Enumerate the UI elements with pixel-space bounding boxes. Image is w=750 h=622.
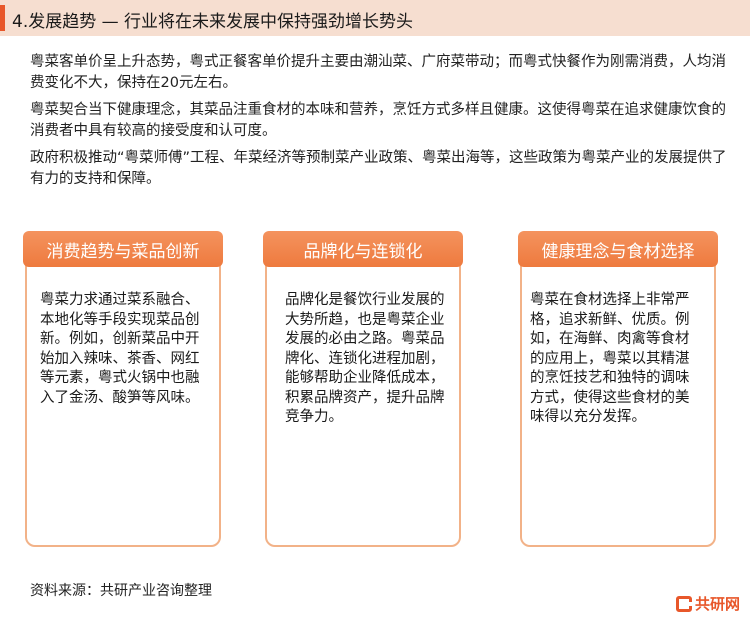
title-bar: 4.发展趋势 — 行业将在未来发展中保持强劲增长势头 [0, 0, 750, 36]
card-heading-branding-chain: 品牌化与连锁化 [263, 231, 463, 267]
title-accent-bar [0, 5, 5, 31]
source-note: 资料来源：共研产业咨询整理 [30, 583, 212, 599]
card-body-branding-chain: 品牌化是餐饮行业发展的大势所趋，也是粤菜企业发展的必由之路。粤菜品牌化、连锁化进… [285, 292, 445, 425]
brand-logo: 共研网 [675, 593, 740, 614]
paragraph-policy: 政府积极推动“粤菜师傅”工程、年菜经济等预制菜产业政策、粤菜出海等，这些政策为粤… [30, 150, 727, 187]
paragraph-price: 粤菜客单价呈上升态势，粤式正餐客单价提升主要由潮汕菜、广府菜带动；而粤式快餐作为… [30, 54, 726, 91]
card-heading-consumption-innovation: 消费趋势与菜品创新 [23, 231, 223, 267]
card-heading-health-ingredients: 健康理念与食材选择 [518, 231, 718, 267]
card-body-health-ingredients: 粤菜在食材选择上非常严格，追求新鲜、优质。例如，在海鲜、肉禽等食材的应用上，粤菜… [530, 292, 690, 425]
page-title: 4.发展趋势 — 行业将在未来发展中保持强劲增长势头 [12, 12, 414, 32]
logo-text: 共研网 [694, 595, 740, 613]
intro-paragraphs: 粤菜客单价呈上升态势，粤式正餐客单价提升主要由潮汕菜、广府菜带动；而粤式快餐作为… [30, 52, 730, 196]
paragraph-health: 粤菜契合当下健康理念，其菜品注重食材的本味和营养，烹饪方式多样且健康。这使得粤菜… [30, 102, 726, 139]
card-body-consumption-innovation: 粤菜力求通过菜系融合、本地化等手段实现菜品创新。例如，创新菜品中开始加入辣味、茶… [40, 292, 200, 406]
gonyn-logo-icon [675, 595, 692, 612]
